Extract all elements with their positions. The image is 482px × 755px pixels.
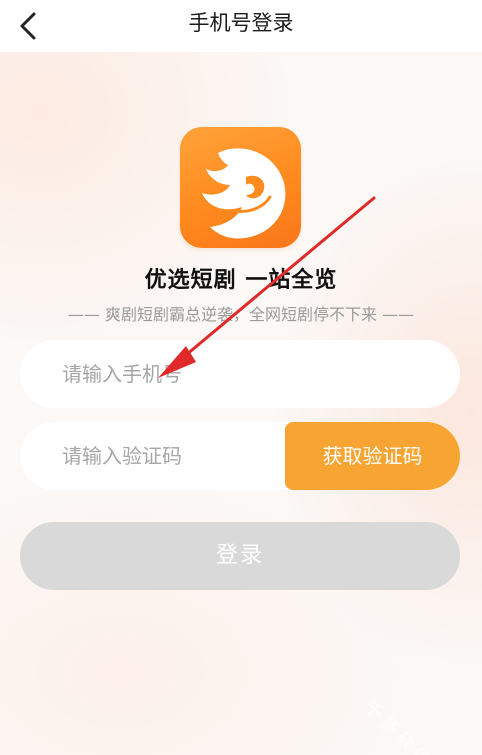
login-button[interactable]: 登录 [20, 522, 460, 590]
app-subslogan: —— 爽剧短剧霸总逆袭，全网短剧停不下来 —— [67, 305, 415, 324]
back-button[interactable] [12, 6, 52, 46]
verification-code-input[interactable] [62, 422, 272, 490]
page-title: 手机号登录 [188, 11, 294, 35]
app-logo-icon [180, 127, 301, 248]
phone-field [20, 340, 460, 408]
verification-code-field: 获取验证码 [20, 422, 460, 490]
app-slogan: 优选短剧 一站全览 [144, 268, 338, 293]
chevron-left-icon [20, 12, 36, 40]
get-code-button[interactable]: 获取验证码 [285, 422, 460, 490]
top-bar: 手机号登录 [0, 0, 482, 52]
phone-input[interactable] [62, 340, 442, 408]
